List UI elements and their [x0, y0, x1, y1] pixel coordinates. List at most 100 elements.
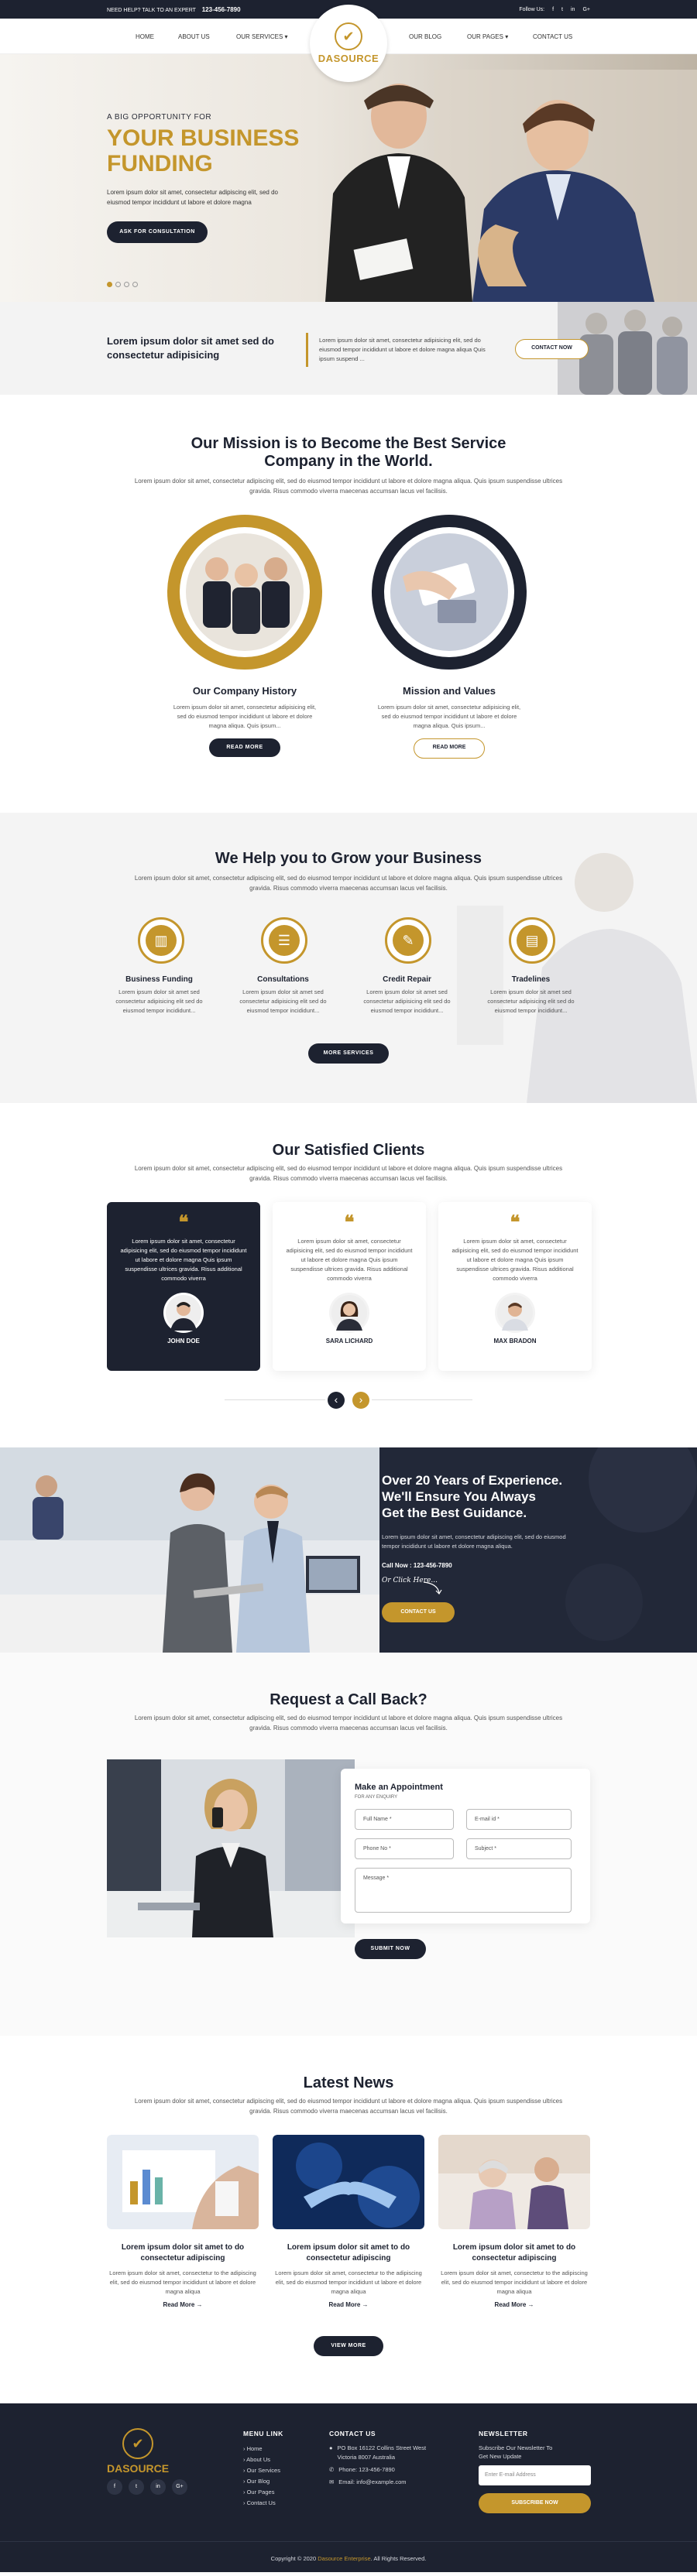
menu-link-heading: MENU LINK — [243, 2430, 283, 2437]
full-name-field[interactable]: Full Name * — [355, 1809, 454, 1830]
mission-title: Our Mission is to Become the Best Servic… — [0, 435, 697, 471]
service-text: Lorem ipsum dolor sit amet sed consectet… — [115, 988, 203, 1014]
footer-menu: › Home › About Us › Our Services › Our B… — [243, 2444, 280, 2509]
news-card[interactable]: Lorem ipsum dolor sit amet to do consect… — [273, 2135, 424, 2308]
nav-contact[interactable]: CONTACT US — [533, 33, 572, 40]
follow-label: Follow Us: — [519, 6, 545, 12]
callout-text: Lorem ipsum dolor sit amet, consectetur … — [319, 337, 486, 362]
slider-dot-active[interactable] — [107, 282, 112, 287]
experience-call[interactable]: Call Now : 123-456-7890 — [382, 1562, 452, 1569]
footer-link-blog[interactable]: › Our Blog — [243, 2476, 280, 2487]
mission-images — [167, 515, 527, 670]
topbar-social: Follow Us: f t in G+ — [519, 7, 590, 12]
footer-logo[interactable]: ✔ DASOURCE — [107, 2428, 169, 2475]
mission-values-read-more[interactable]: READ MORE — [414, 738, 485, 759]
nav-about[interactable]: ABOUT US — [178, 33, 210, 40]
phone-icon: ✆ — [329, 2466, 335, 2473]
experience-title-line2: We'll Ensure You Always — [382, 1489, 536, 1504]
news-title-text[interactable]: Lorem ipsum dolor sit amet to do consect… — [107, 2242, 259, 2264]
client-avatar — [163, 1293, 204, 1333]
service-card[interactable]: Business Funding Lorem ipsum dolor sit a… — [107, 975, 211, 1016]
callout-title: Lorem ipsum dolor sit amet sed do consec… — [107, 335, 274, 361]
footer-link-about[interactable]: › About Us — [243, 2454, 280, 2465]
footer-link-pages[interactable]: › Our Pages — [243, 2487, 280, 2498]
linkedin-icon[interactable]: in — [571, 7, 575, 12]
client-avatar — [329, 1293, 369, 1333]
news-read-more[interactable]: Read More → — [107, 2301, 259, 2308]
slider-dot[interactable] — [132, 282, 138, 287]
news-excerpt: Lorem ipsum dolor sit amet, consectetur … — [109, 2269, 256, 2295]
newsletter-text: Subscribe Our Newsletter To Get New Upda… — [479, 2444, 553, 2460]
news-read-more[interactable]: Read More → — [438, 2301, 590, 2308]
footer-contact: ● PO Box 16122 Collins Street West Victori… — [329, 2444, 426, 2487]
news-title-text[interactable]: Lorem ipsum dolor sit amet to do consect… — [438, 2242, 590, 2264]
client-name: SARA LICHARD — [325, 1338, 373, 1345]
logo-mark-icon: ✔ — [335, 22, 362, 50]
service-card[interactable]: Credit Repair Lorem ipsum dolor sit amet… — [355, 975, 459, 1016]
site-logo[interactable]: ✔ DASOURCE — [310, 5, 387, 82]
footer-phone[interactable]: ✆ Phone: 123-456-7890 — [329, 2465, 426, 2475]
news-read-more[interactable]: Read More → — [273, 2301, 424, 2308]
email-field[interactable]: E-mail id * — [466, 1809, 572, 1830]
subject-field[interactable]: Subject * — [466, 1838, 572, 1859]
footer-divider — [0, 2541, 697, 2542]
nav-home[interactable]: HOME — [136, 33, 154, 40]
service-card[interactable]: Tradelines Lorem ipsum dolor sit amet se… — [479, 975, 583, 1016]
linkedin-icon[interactable]: in — [150, 2479, 166, 2495]
facebook-icon[interactable]: f — [552, 7, 554, 12]
news-excerpt: Lorem ipsum dolor sit amet, consectetur … — [275, 2269, 422, 2295]
callout-divider — [306, 333, 308, 367]
hero-title-line1: YOUR BUSINESS — [107, 125, 300, 151]
nav-services[interactable]: OUR SERVICES ▾ — [236, 33, 288, 40]
google-plus-icon[interactable]: G+ — [582, 7, 590, 12]
testimonial-card: ❝ Lorem ipsum dolor sit amet, consectetu… — [438, 1202, 592, 1371]
newsletter-email-input[interactable]: Enter E-mail Address — [479, 2465, 591, 2485]
contact-now-button[interactable]: CONTACT NOW — [515, 339, 589, 359]
testimonial-card: ❝ Lorem ipsum dolor sit amet, consectetu… — [273, 1202, 426, 1371]
mail-icon: ✉ — [329, 2478, 335, 2485]
footer-link-contact[interactable]: › Contact Us — [243, 2498, 280, 2509]
submit-button[interactable]: SUBMIT NOW — [355, 1939, 426, 1959]
experience-text: Lorem ipsum dolor sit amet, consectetur … — [382, 1533, 566, 1550]
client-avatar — [495, 1293, 535, 1333]
testimonial-prev-button[interactable]: ‹ — [328, 1392, 345, 1409]
experience-title-line1: Over 20 Years of Experience. — [382, 1473, 563, 1488]
news-card[interactable]: Lorem ipsum dolor sit amet to do consect… — [107, 2135, 259, 2308]
company-history-text: Lorem ipsum dolor sit amet, consectetur … — [173, 704, 317, 729]
mission-title-line2: Company in the World. — [264, 453, 433, 470]
twitter-icon[interactable]: t — [129, 2479, 144, 2495]
service-card[interactable]: Consultations Lorem ipsum dolor sit amet… — [231, 975, 335, 1016]
twitter-icon[interactable]: t — [561, 7, 563, 12]
testimonial-card-active: ❝ Lorem ipsum dolor sit amet, consectetu… — [107, 1202, 260, 1371]
company-history-read-more[interactable]: READ MORE — [209, 738, 280, 757]
more-services-button[interactable]: MORE SERVICES — [308, 1043, 389, 1064]
footer-link-home[interactable]: › Home — [243, 2444, 280, 2454]
copyright: Copyright © 2020 Dasource Enterprise. Al… — [270, 2555, 427, 2562]
company-history-title: Our Company History — [192, 685, 297, 697]
news-title-text[interactable]: Lorem ipsum dolor sit amet to do consect… — [273, 2242, 424, 2264]
testimonial-next-button[interactable]: › — [352, 1392, 369, 1409]
hero-consultation-button[interactable]: ASK FOR CONSULTATION — [107, 221, 208, 243]
callout-strip: Lorem ipsum dolor sit amet sed do consec… — [0, 302, 697, 395]
mission-lead: Lorem ipsum dolor sit amet, consectetur … — [134, 478, 563, 495]
credit-repair-icon: ✎ — [385, 917, 431, 964]
phone-field[interactable]: Phone No * — [355, 1838, 454, 1859]
hero-title: YOUR BUSINESS FUNDING — [107, 125, 299, 176]
topbar-phone[interactable]: 123-456-7890 — [202, 6, 241, 13]
copyright-brand[interactable]: Dasource Enterprise — [318, 2555, 370, 2562]
expert-contact: NEED HELP? TALK TO AN EXPERT 123-456-789… — [107, 6, 241, 13]
contact-us-button[interactable]: CONTACT US — [382, 1602, 455, 1622]
footer-address: ● PO Box 16122 Collins Street West Victori… — [329, 2444, 427, 2461]
news-card[interactable]: Lorem ipsum dolor sit amet to do consect… — [438, 2135, 590, 2308]
facebook-icon[interactable]: f — [107, 2479, 122, 2495]
slider-dot[interactable] — [124, 282, 129, 287]
nav-blog[interactable]: OUR BLOG — [409, 33, 441, 40]
nav-pages[interactable]: OUR PAGES ▾ — [467, 33, 508, 40]
footer-email[interactable]: ✉ Email: info@example.com — [329, 2478, 426, 2487]
slider-dot[interactable] — [115, 282, 121, 287]
footer-link-services[interactable]: › Our Services — [243, 2465, 280, 2476]
subscribe-button[interactable]: SUBSCRIBE NOW — [479, 2493, 591, 2513]
message-field[interactable]: Message * — [355, 1868, 572, 1913]
google-plus-icon[interactable]: G+ — [172, 2479, 187, 2495]
view-more-button[interactable]: VIEW MORE — [314, 2336, 383, 2356]
